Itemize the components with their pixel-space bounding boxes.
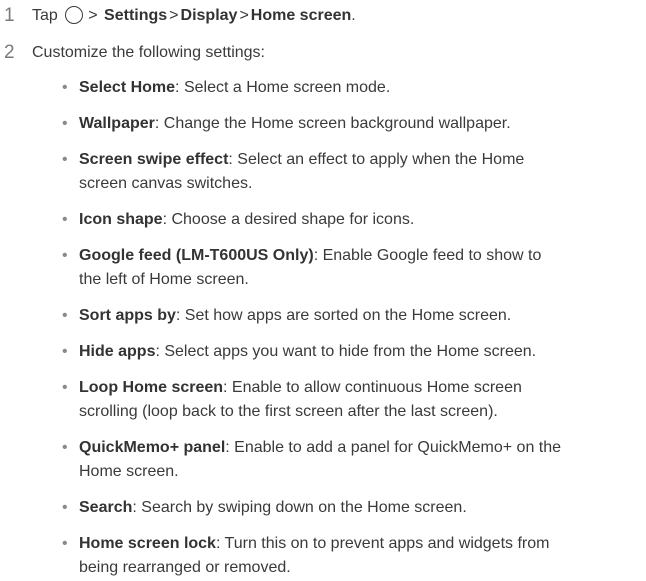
- list-item: • Google feed (LM-T600US Only): Enable G…: [62, 244, 642, 292]
- period: .: [351, 7, 356, 24]
- item-term: Hide apps: [79, 343, 156, 360]
- item-term: Select Home: [79, 79, 176, 96]
- step-number: 2: [4, 42, 15, 63]
- list-item: • Hide apps: Select apps you want to hid…: [62, 340, 642, 364]
- step-tap-prefix: Tap: [32, 7, 58, 24]
- home-circle-icon: [65, 6, 84, 24]
- list-item: • Select Home: Select a Home screen mode…: [62, 76, 642, 100]
- item-desc: : Search by swiping down on the Home scr…: [132, 499, 467, 516]
- item-desc: : Choose a desired shape for icons.: [162, 211, 415, 228]
- item-term: Home screen lock: [79, 535, 216, 552]
- settings-list: • Select Home: Select a Home screen mode…: [62, 76, 642, 580]
- bullet-dot: •: [62, 115, 68, 132]
- list-item: • Wallpaper: Change the Home screen back…: [62, 112, 642, 136]
- list-item: • Screen swipe effect: Select an effect …: [62, 148, 642, 196]
- item-term: Google feed (LM-T600US Only): [79, 247, 314, 264]
- item-term: Search: [79, 499, 133, 516]
- bullet-dot: •: [62, 211, 68, 228]
- bullet-dot: •: [62, 379, 68, 396]
- separator: >: [88, 7, 98, 24]
- item-term: Icon shape: [79, 211, 163, 228]
- bullet-dot: •: [62, 307, 68, 324]
- item-desc: : Set how apps are sorted on the Home sc…: [175, 307, 512, 324]
- separator: >: [239, 7, 249, 24]
- list-item: • Search: Search by swiping down on the …: [62, 496, 642, 520]
- display-label: Display: [180, 7, 238, 24]
- item-desc: : Enable to add a panel for QuickMemo+ o…: [225, 439, 562, 456]
- item-desc-cont: the left of Home screen.: [79, 271, 249, 288]
- bullet-dot: •: [62, 247, 68, 264]
- bullet-dot: •: [62, 535, 68, 552]
- item-desc: : Turn this on to prevent apps and widge…: [215, 535, 550, 552]
- item-desc: : Enable Google feed to show to: [313, 247, 542, 264]
- item-desc: : Select a Home screen mode.: [175, 79, 391, 96]
- item-term: Sort apps by: [79, 307, 176, 324]
- item-desc: : Select apps you want to hide from the …: [155, 343, 537, 360]
- item-desc-cont: being rearranged or removed.: [79, 559, 291, 576]
- bullet-dot: •: [62, 343, 68, 360]
- step-text: Customize the following settings:: [32, 44, 265, 61]
- list-item: • Loop Home screen: Enable to allow cont…: [62, 376, 642, 424]
- item-desc: : Select an effect to apply when the Hom…: [228, 151, 525, 168]
- item-desc-cont: screen canvas switches.: [79, 175, 253, 192]
- step-number: 1: [4, 5, 15, 26]
- bullet-dot: •: [62, 439, 68, 456]
- item-term: QuickMemo+ panel: [79, 439, 226, 456]
- list-item: • Sort apps by: Set how apps are sorted …: [62, 304, 642, 328]
- bullet-dot: •: [62, 151, 68, 168]
- item-term: Screen swipe effect: [79, 151, 229, 168]
- item-desc-cont: scrolling (loop back to the first screen…: [79, 403, 498, 420]
- document-page: 1 Tap > Settings > Display > Home screen. 2 …: [0, 0, 646, 581]
- list-item: • QuickMemo+ panel: Enable to add a pane…: [62, 436, 642, 484]
- item-desc-cont: Home screen.: [79, 463, 179, 480]
- list-item: • Home screen lock: Turn this on to prev…: [62, 532, 642, 580]
- item-term: Loop Home screen: [79, 379, 224, 396]
- list-item: • Icon shape: Choose a desired shape for…: [62, 208, 642, 232]
- settings-label: Settings: [104, 7, 168, 24]
- step-text: Tap > Settings > Display > Home screen.: [32, 4, 356, 28]
- item-desc: : Change the Home screen background wall…: [154, 115, 511, 132]
- item-desc: : Enable to allow continuous Home screen: [223, 379, 522, 396]
- bullet-dot: •: [62, 79, 68, 96]
- home-screen-label: Home screen: [250, 7, 352, 24]
- item-term: Wallpaper: [79, 115, 155, 132]
- bullet-dot: •: [62, 499, 68, 516]
- separator: >: [169, 7, 179, 24]
